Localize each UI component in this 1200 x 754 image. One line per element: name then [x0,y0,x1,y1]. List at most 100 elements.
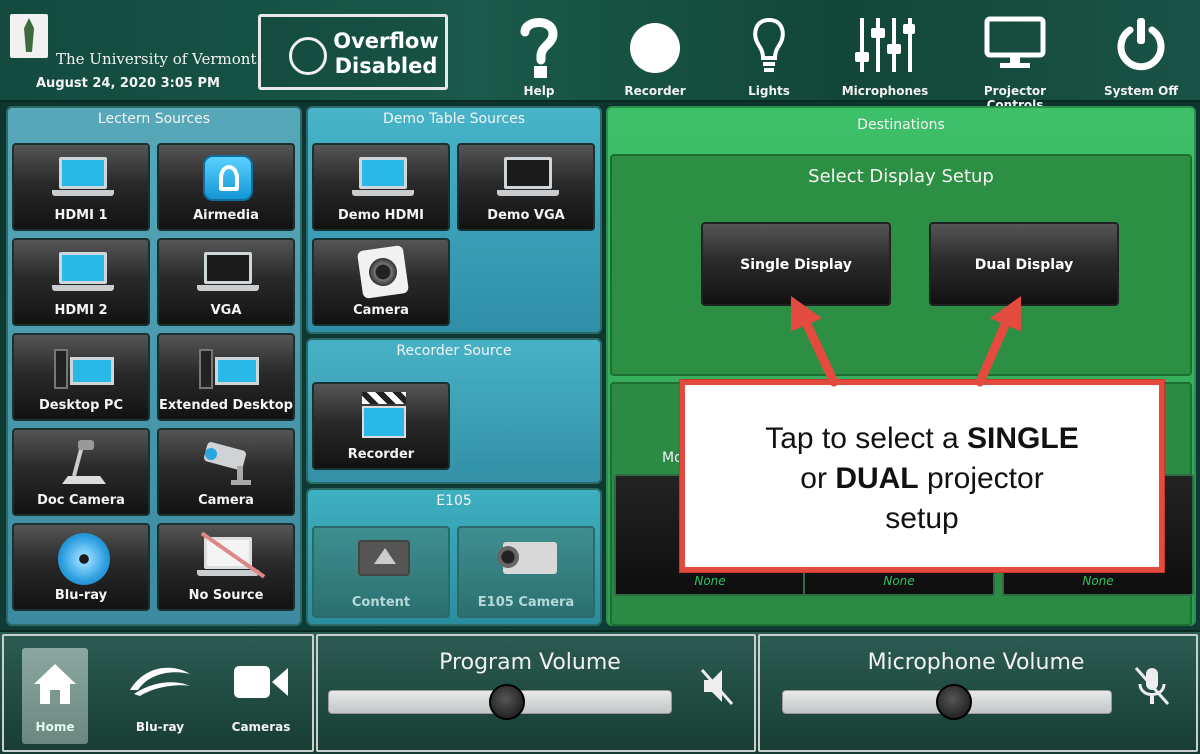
clapperboard-icon [362,392,406,440]
lectern-sources-title: Lectern Sources [97,111,211,127]
dual-display-label: Dual Display [974,257,1074,273]
laptop-icon [52,157,114,196]
source-desktop-pc-button[interactable]: Desktop PC [12,333,150,421]
laptop-icon [352,157,414,196]
laptop-icon [497,157,559,196]
callout-text-3: projector [918,462,1044,495]
tile-label: VGA [210,303,242,318]
desktop-monitor-icon [70,357,114,385]
system-off-label: System Off [1103,84,1179,98]
source-airmedia-button[interactable]: Airmedia [157,143,295,231]
lights-button[interactable]: Lights [714,6,824,100]
instruction-callout: Tap to select a SINGLE or DUAL projector… [680,380,1164,572]
destinations-title: Destinations [857,117,945,133]
airplay-icon [358,540,410,576]
bluray-logo-icon [130,667,190,696]
tile-label: Blu-ray [54,588,108,603]
monitor-source-none: None [694,574,726,588]
program-volume-knob[interactable] [488,684,525,720]
single-display-label: Single Display [740,257,852,273]
monitor-icon [984,16,1046,68]
home-label: Home [35,720,75,734]
recorder-button[interactable]: Recorder [600,6,710,100]
disc-icon [58,533,110,585]
tile-label: HDMI 2 [54,303,108,318]
select-display-setup-title: Select Display Setup [808,166,994,187]
tile-label: Extended Desktop [159,398,293,413]
source-hdmi2-button[interactable]: HDMI 2 [12,238,150,326]
callout-text-2: or [800,462,836,495]
microphone-volume-title: Microphone Volume [867,650,1085,675]
record-circle-icon [630,23,680,73]
system-off-button[interactable]: System Off [1086,6,1196,100]
callout-text: Tap to select a SINGLE or DUAL projector… [685,419,1159,539]
help-button[interactable]: Help [484,6,594,100]
source-e105-camera-button[interactable]: E105 Camera [457,526,595,618]
security-camera-icon [203,442,251,485]
source-recorder-button[interactable]: Recorder [312,382,450,470]
source-demo-vga-button[interactable]: Demo VGA [457,143,595,231]
laptop-icon [52,252,114,291]
tile-label: Airmedia [193,208,259,223]
question-icon [520,18,558,78]
source-camera-button[interactable]: Camera [157,428,295,516]
bluray-nav-button[interactable]: Blu-ray [118,654,202,740]
source-doc-camera-button[interactable]: Doc Camera [12,428,150,516]
recorder-label: Recorder [624,84,686,98]
microphones-label: Microphones [841,84,929,98]
date-time: August 24, 2020 3:05 PM [36,76,220,91]
cameras-nav-label: Cameras [231,720,291,734]
university-name: The University of Vermont [56,50,257,68]
tile-label: Demo VGA [487,208,565,223]
projector-controls-button[interactable]: Projector Controls [958,6,1072,112]
microphones-button[interactable]: Microphones [830,6,940,100]
e105-title: E105 [436,493,472,509]
arrow-to-single [799,313,839,387]
tile-label: HDMI 1 [54,208,108,223]
tower-icon [54,349,68,389]
home-icon [34,664,76,704]
source-demo-camera-button[interactable]: Camera [312,238,450,326]
callout-arrows [791,296,1021,387]
microphone-volume-knob[interactable] [935,684,972,720]
tile-label: Recorder [347,447,415,462]
tile-label: Camera [198,493,254,508]
tile-label: Camera [353,303,409,318]
monitor-source-none: None [883,574,915,588]
power-icon [1117,18,1165,71]
source-content-button[interactable]: Content [312,526,450,618]
tile-label: Content [351,595,411,610]
tile-label: Desktop PC [38,398,124,413]
tile-label: E105 Camera [477,595,575,610]
tile-label: No Source [188,588,264,603]
cameras-nav-button[interactable]: Cameras [222,654,300,740]
webcam-icon [356,245,410,299]
arrow-to-dual [975,313,1013,387]
uvm-logo [10,14,48,58]
source-hdmi1-button[interactable]: HDMI 1 [12,143,150,231]
source-extended-desktop-button[interactable]: Extended Desktop [157,333,295,421]
microphone-mute-icon[interactable] [1134,664,1170,708]
overflow-status: Overflow Disabled [331,29,441,79]
lightbulb-icon [753,17,785,72]
overflow-toggle-button[interactable]: Overflow Disabled [258,14,448,90]
source-vga-button[interactable]: VGA [157,238,295,326]
recorder-source-title: Recorder Source [396,343,512,359]
tile-label: Doc Camera [37,493,125,508]
toggle-circle-icon [289,37,327,75]
monitor-source-none: None [1082,574,1114,588]
home-button[interactable]: Home [22,648,88,744]
source-demo-hdmi-button[interactable]: Demo HDMI [312,143,450,231]
callout-text-1: Tap to select a [765,422,968,455]
callout-bold-single: SINGLE [967,422,1079,455]
document-camera-icon [62,440,106,484]
callout-bold-dual: DUAL [835,462,919,495]
source-bluray-button[interactable]: Blu-ray [12,523,150,611]
lights-label: Lights [748,84,790,98]
source-no-source-button[interactable]: No Source [157,523,295,611]
speaker-mute-icon[interactable] [700,666,736,706]
callout-text-4: setup [885,502,959,535]
demo-table-sources-title: Demo Table Sources [382,111,526,127]
laptop-icon [197,252,259,291]
tile-label: Demo HDMI [337,208,425,223]
